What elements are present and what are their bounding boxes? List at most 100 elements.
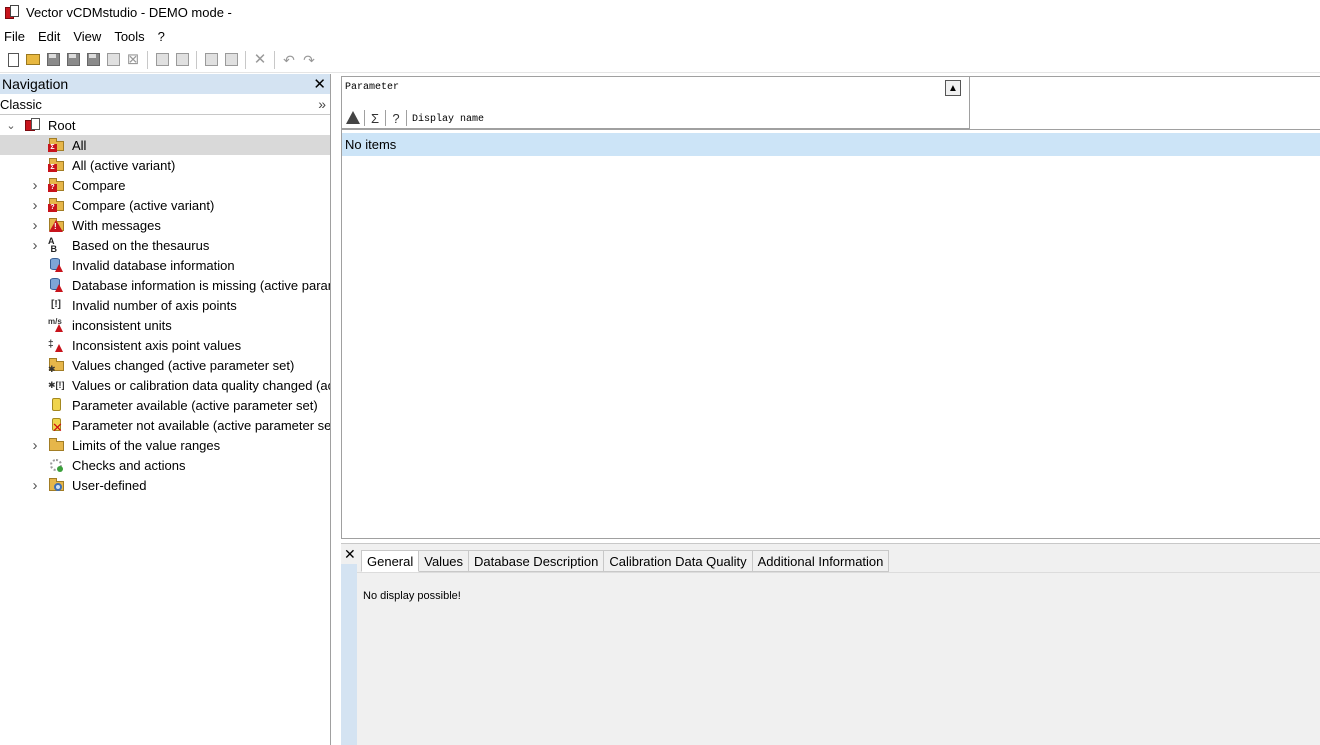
question-filter-icon[interactable]: ? bbox=[389, 111, 403, 126]
tree-node-label: Database information is missing (active … bbox=[72, 277, 330, 293]
tree-node[interactable]: ›? Compare bbox=[0, 175, 330, 195]
export-icon[interactable] bbox=[103, 50, 123, 70]
chevron-right-icon[interactable]: › bbox=[28, 217, 42, 234]
tree-node[interactable]: › Limits of the value ranges bbox=[0, 435, 330, 455]
tree-node-label: Invalid database information bbox=[72, 257, 235, 273]
toolbar-separator bbox=[274, 50, 275, 69]
tree-node[interactable]: [!] Invalid number of axis points bbox=[0, 295, 330, 315]
save-as-icon[interactable] bbox=[83, 50, 103, 70]
toolbar-separator bbox=[196, 50, 197, 69]
open-icon[interactable] bbox=[23, 50, 43, 70]
tree-node-label: Based on the thesaurus bbox=[72, 237, 210, 253]
redo-icon[interactable]: ↷ bbox=[299, 50, 319, 70]
title-bar: Vector vCDMstudio - DEMO mode - bbox=[0, 0, 1320, 24]
tree-node[interactable]: › With messages bbox=[0, 215, 330, 235]
tab-database-description[interactable]: Database Description bbox=[469, 550, 605, 572]
chevron-down-icon[interactable]: ⌄ bbox=[4, 119, 18, 132]
tree-node[interactable]: ✱ Values changed (active parameter set) bbox=[0, 355, 330, 375]
toolbar-separator bbox=[245, 50, 246, 69]
tree-node[interactable]: › A B Based on the thesaurus bbox=[0, 235, 330, 255]
folder-compare-icon: ? bbox=[48, 177, 64, 193]
details-message: No display possible! bbox=[363, 590, 461, 602]
root-icon bbox=[24, 117, 40, 133]
save-icon[interactable] bbox=[43, 50, 63, 70]
close-icon[interactable]: ✕ bbox=[313, 77, 326, 92]
tab-divider bbox=[357, 572, 1320, 573]
tab-general[interactable]: General bbox=[361, 550, 420, 572]
navigation-view-selector[interactable]: Classic » bbox=[0, 94, 330, 115]
database-warning-icon bbox=[48, 257, 64, 273]
details-panel: ✕ General Values Database Description Ca… bbox=[341, 543, 1320, 745]
tree-node[interactable]: Σ All (active variant) bbox=[0, 155, 330, 175]
tree-node-label: Values changed (active parameter set) bbox=[72, 357, 295, 373]
folder-limits-icon bbox=[48, 437, 64, 453]
details-tabs: General Values Database Description Cali… bbox=[361, 550, 890, 572]
tree-node-label: Limits of the value ranges bbox=[72, 437, 221, 453]
tree-node[interactable]: Database information is missing (active … bbox=[0, 275, 330, 295]
menu-edit[interactable]: Edit bbox=[34, 29, 65, 44]
import-icon[interactable] bbox=[152, 50, 172, 70]
tree-node-label: User-defined bbox=[72, 477, 147, 493]
filter-separator bbox=[364, 110, 365, 126]
menu-file[interactable]: File bbox=[0, 29, 30, 44]
display-name-filter[interactable]: Display name bbox=[410, 114, 484, 125]
chevron-right-icon[interactable]: › bbox=[28, 477, 42, 494]
menu-view[interactable]: View bbox=[69, 29, 106, 44]
navigation-header: Navigation ✕ bbox=[0, 74, 330, 94]
empty-list-row: No items bbox=[342, 133, 1320, 156]
tree-node-label: Compare bbox=[72, 177, 126, 193]
tree-node[interactable]: ✱[!] Values or calibration data quality c… bbox=[0, 375, 330, 395]
database-missing-icon bbox=[48, 277, 64, 293]
checks-icon bbox=[48, 457, 64, 473]
details-side-strip bbox=[341, 564, 357, 745]
chevron-right-icon[interactable]: › bbox=[28, 177, 42, 194]
paste-icon[interactable] bbox=[221, 50, 241, 70]
tree-node-label: All (active variant) bbox=[72, 157, 176, 173]
tree-node-label: With messages bbox=[72, 217, 161, 233]
quality-changed-icon: ✱[!] bbox=[48, 380, 65, 390]
chevron-right-icon[interactable]: › bbox=[28, 197, 42, 214]
close-icon[interactable]: ✕ bbox=[344, 547, 356, 561]
warning-filter-icon[interactable] bbox=[345, 110, 361, 126]
tree-node[interactable]: Invalid database information bbox=[0, 255, 330, 275]
import-alt-icon[interactable] bbox=[172, 50, 192, 70]
tree-node[interactable]: › User-defined bbox=[0, 475, 330, 495]
tree-node[interactable]: Parameter available (active parameter se… bbox=[0, 395, 330, 415]
window-title: Vector vCDMstudio - DEMO mode - bbox=[26, 4, 232, 20]
menu-help[interactable]: ? bbox=[154, 29, 170, 44]
close-file-icon[interactable]: ⊠ bbox=[123, 50, 143, 70]
folder-messages-icon bbox=[48, 217, 64, 233]
menu-tools[interactable]: Tools bbox=[110, 29, 149, 44]
tree-node-label: Inconsistent axis point values bbox=[72, 337, 242, 353]
copy-icon[interactable] bbox=[201, 50, 221, 70]
tree-node-root[interactable]: ⌄ Root bbox=[0, 115, 330, 135]
tree-node[interactable]: ‡ Inconsistent axis point values bbox=[0, 335, 330, 355]
navigation-tree: ⌄ Root Σ All Σ All (active variant) ›? Compar… bbox=[0, 115, 330, 495]
sort-ascending-icon[interactable]: ▲ bbox=[945, 80, 961, 96]
tree-node-label: All bbox=[72, 137, 87, 153]
tree-node[interactable]: Checks and actions bbox=[0, 455, 330, 475]
delete-icon[interactable]: ✕ bbox=[250, 50, 270, 70]
tree-node[interactable]: ›? Compare (active variant) bbox=[0, 195, 330, 215]
chevron-right-icon[interactable]: › bbox=[28, 437, 42, 454]
parameter-column-label: Parameter bbox=[345, 82, 400, 93]
filter-separator bbox=[385, 110, 386, 126]
tree-node[interactable]: Σ All bbox=[0, 135, 330, 155]
folder-all-variant-icon: Σ bbox=[48, 157, 64, 173]
tab-calibration-data-quality[interactable]: Calibration Data Quality bbox=[604, 550, 753, 572]
tab-additional-information[interactable]: Additional Information bbox=[752, 550, 890, 572]
parameter-list-panel: Parameter ▲ Σ ? Display name No items bbox=[341, 76, 1320, 539]
sum-filter-icon[interactable]: Σ bbox=[368, 111, 382, 126]
tree-node[interactable]: ✕ Parameter not available (active paramet… bbox=[0, 415, 330, 435]
tab-values[interactable]: Values bbox=[419, 550, 470, 572]
parameter-column-header[interactable]: Parameter ▲ Σ ? Display name bbox=[342, 77, 970, 129]
undo-icon[interactable]: ↶ bbox=[279, 50, 299, 70]
tree-node[interactable]: m/s inconsistent units bbox=[0, 315, 330, 335]
save-all-icon[interactable] bbox=[63, 50, 83, 70]
chevron-right-icon[interactable]: › bbox=[28, 237, 42, 254]
tree-node-label: Values or calibration data quality chang… bbox=[72, 377, 330, 393]
chevron-double-right-icon[interactable]: » bbox=[318, 96, 326, 112]
tree-node-label: Invalid number of axis points bbox=[72, 297, 237, 313]
new-icon[interactable] bbox=[3, 50, 23, 70]
filter-row: Σ ? Display name bbox=[345, 110, 484, 126]
